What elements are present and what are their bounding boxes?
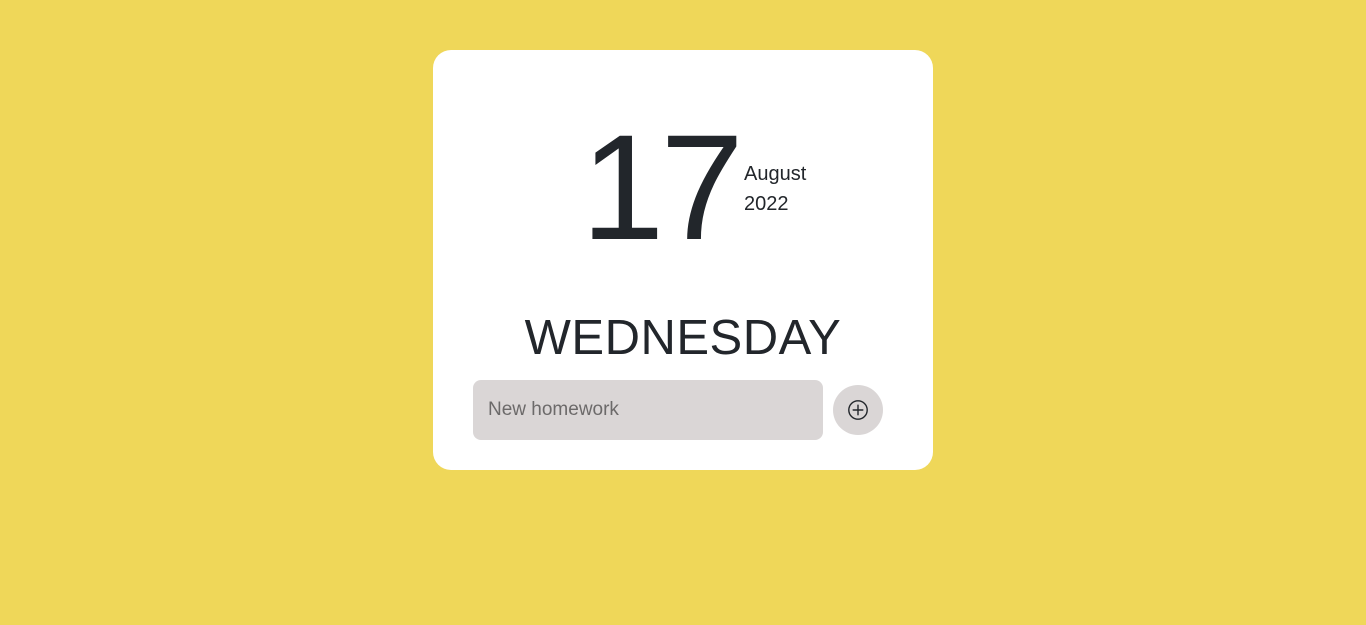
day-number: 17 [581,103,744,271]
month-label: August [744,163,807,185]
date-card: 17 August 2022 WEDNESDAY [433,50,933,470]
plus-circle-icon [847,399,869,421]
date-display: 17 August 2022 [433,50,933,280]
new-homework-input[interactable] [473,380,823,440]
add-homework-button[interactable] [833,385,883,435]
year-label: 2022 [744,193,789,215]
weekday-label: WEDNESDAY [524,311,842,365]
